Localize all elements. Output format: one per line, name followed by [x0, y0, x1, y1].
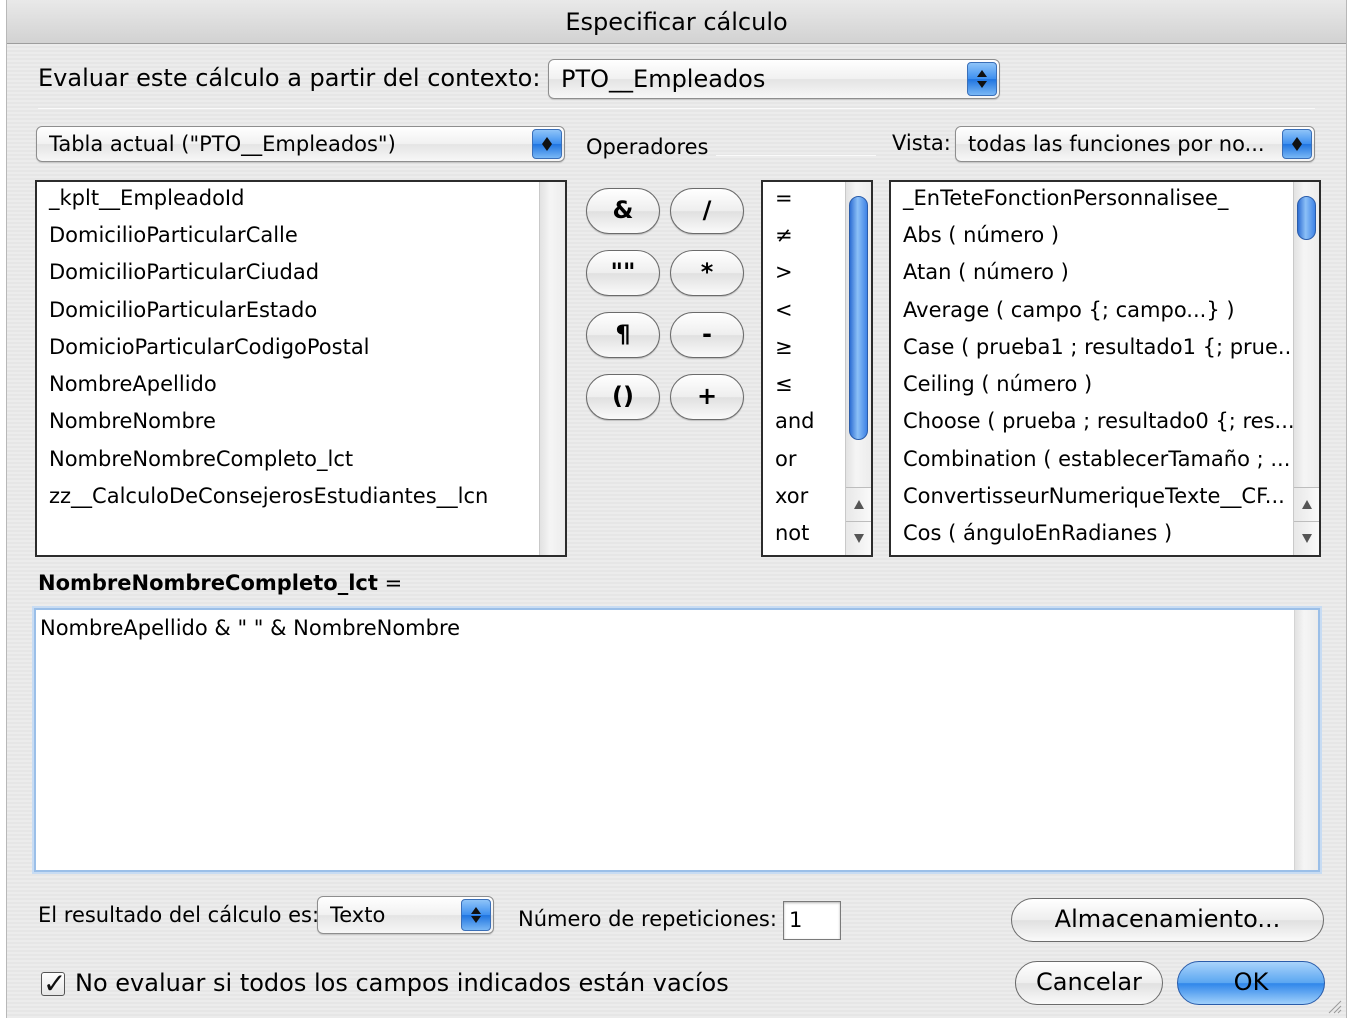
list-item[interactable]: NombreNombre [49, 409, 216, 433]
scroll-thumb[interactable] [1297, 196, 1316, 240]
list-item[interactable]: _EnTeteFonctionPersonnalisee_ [903, 186, 1228, 210]
checkmark-icon: ✓ [43, 967, 67, 1000]
operator-ampersand-button[interactable]: & [586, 188, 660, 234]
formula-field-name: NombreNombreCompleto_lct [38, 571, 378, 595]
formula-editor[interactable]: NombreApellido & " " & NombreNombre [34, 608, 1320, 872]
view-popup[interactable]: todas las funciones por no... [955, 126, 1315, 162]
result-type-popup[interactable]: Texto [317, 896, 494, 934]
list-item[interactable]: NombreApellido [49, 372, 217, 396]
storage-button[interactable]: Almacenamiento... [1011, 898, 1324, 942]
operators-list[interactable]: = ≠ > < ≥ ≤ and or xor not [761, 180, 873, 557]
scroll-up-arrow-icon[interactable] [846, 487, 871, 521]
list-item[interactable]: Atan ( número ) [903, 260, 1069, 284]
result-type-value: Texto [330, 903, 386, 927]
table-popup-value: Tabla actual ("PTO__Empleados") [49, 132, 396, 156]
scroll-up-arrow-icon[interactable] [1294, 487, 1319, 521]
popup-arrows-icon [1282, 129, 1312, 159]
empty-fields-checkbox[interactable]: ✓ [41, 967, 66, 1000]
repetitions-field[interactable]: 1 [783, 901, 841, 940]
separator [38, 108, 1315, 109]
list-item[interactable]: or [775, 447, 796, 471]
fields-scrollbar[interactable] [539, 182, 565, 555]
operator-divide-button[interactable]: / [670, 188, 744, 234]
list-item[interactable]: ≤ [775, 372, 793, 396]
scroll-down-arrow-icon[interactable] [1294, 521, 1319, 555]
scroll-down-arrow-icon[interactable] [846, 521, 871, 555]
list-item[interactable]: DomicioParticularCodigoPostal [49, 335, 370, 359]
formula-header: NombreNombreCompleto_lct = [38, 571, 402, 595]
resize-grip-icon[interactable] [1326, 998, 1342, 1014]
list-item[interactable]: DomicilioParticularCalle [49, 223, 298, 247]
list-item[interactable]: < [775, 298, 793, 322]
list-item[interactable]: xor [775, 484, 808, 508]
list-item[interactable]: ≠ [775, 223, 793, 247]
list-item[interactable]: and [775, 409, 815, 433]
popup-arrows-icon [532, 129, 562, 159]
operators-scrollbar[interactable] [845, 182, 871, 555]
list-item[interactable]: > [775, 260, 793, 284]
popup-arrows-icon [967, 62, 997, 96]
list-item[interactable]: Ceiling ( número ) [903, 372, 1092, 396]
formula-scrollbar[interactable] [1294, 610, 1318, 870]
list-item[interactable]: zz__CalculoDeConsejerosEstudiantes__lcn [49, 484, 488, 508]
operators-label: Operadores [586, 135, 709, 159]
table-popup[interactable]: Tabla actual ("PTO__Empleados") [36, 126, 565, 162]
context-popup[interactable]: PTO__Empleados [548, 59, 1000, 99]
formula-text[interactable]: NombreApellido & " " & NombreNombre [40, 616, 460, 640]
popup-arrows-icon [461, 899, 491, 931]
operator-multiply-button[interactable]: * [670, 250, 744, 296]
ok-button[interactable]: OK [1177, 961, 1325, 1005]
list-item[interactable]: DomicilioParticularCiudad [49, 260, 319, 284]
context-popup-value: PTO__Empleados [561, 65, 766, 93]
formula-equals: = [384, 571, 403, 595]
operator-parens-button[interactable]: () [586, 374, 660, 420]
list-item[interactable]: ConvertisseurNumeriqueTexte__CF... [903, 484, 1285, 508]
list-item[interactable]: ≥ [775, 335, 793, 359]
repetitions-label: Número de repeticiones: [518, 907, 777, 931]
view-popup-value: todas las funciones por no... [968, 132, 1265, 156]
functions-scrollbar[interactable] [1293, 182, 1319, 555]
operator-quotes-button[interactable]: "" [586, 250, 660, 296]
result-type-label: El resultado del cálculo es: [38, 903, 320, 927]
list-item[interactable]: DomicilioParticularEstado [49, 298, 317, 322]
scroll-thumb[interactable] [849, 196, 868, 440]
empty-fields-checkbox-label[interactable]: No evaluar si todos los campos indicados… [75, 969, 729, 997]
window-title: Especificar cálculo [7, 0, 1346, 44]
list-item[interactable]: Combination ( establecerTamaño ; ... [903, 447, 1290, 471]
view-label: Vista: [892, 131, 951, 155]
functions-list[interactable]: _EnTeteFonctionPersonnalisee_ Abs ( núme… [889, 180, 1321, 557]
cancel-button[interactable]: Cancelar [1015, 961, 1163, 1005]
list-item[interactable]: Abs ( número ) [903, 223, 1059, 247]
operator-plus-button[interactable]: + [670, 374, 744, 420]
context-label: Evaluar este cálculo a partir del contex… [38, 64, 541, 92]
operator-minus-button[interactable]: - [670, 312, 744, 358]
list-item[interactable]: Case ( prueba1 ; resultado1 {; prue... [903, 335, 1298, 359]
list-item[interactable]: = [775, 186, 793, 210]
list-item[interactable]: Average ( campo {; campo...} ) [903, 298, 1235, 322]
list-item[interactable]: Choose ( prueba ; resultado0 {; res... [903, 409, 1295, 433]
list-item[interactable]: not [775, 521, 809, 545]
operator-pilcrow-button[interactable]: ¶ [586, 312, 660, 358]
calculation-dialog: Especificar cálculo Evaluar este cálculo… [6, 0, 1347, 1018]
operators-underline [716, 155, 876, 156]
list-item[interactable]: _kplt__EmpleadoId [49, 186, 244, 210]
list-item[interactable]: Cos ( ánguloEnRadianes ) [903, 521, 1172, 545]
fields-list[interactable]: _kplt__EmpleadoId DomicilioParticularCal… [35, 180, 567, 557]
list-item[interactable]: NombreNombreCompleto_lct [49, 447, 353, 471]
